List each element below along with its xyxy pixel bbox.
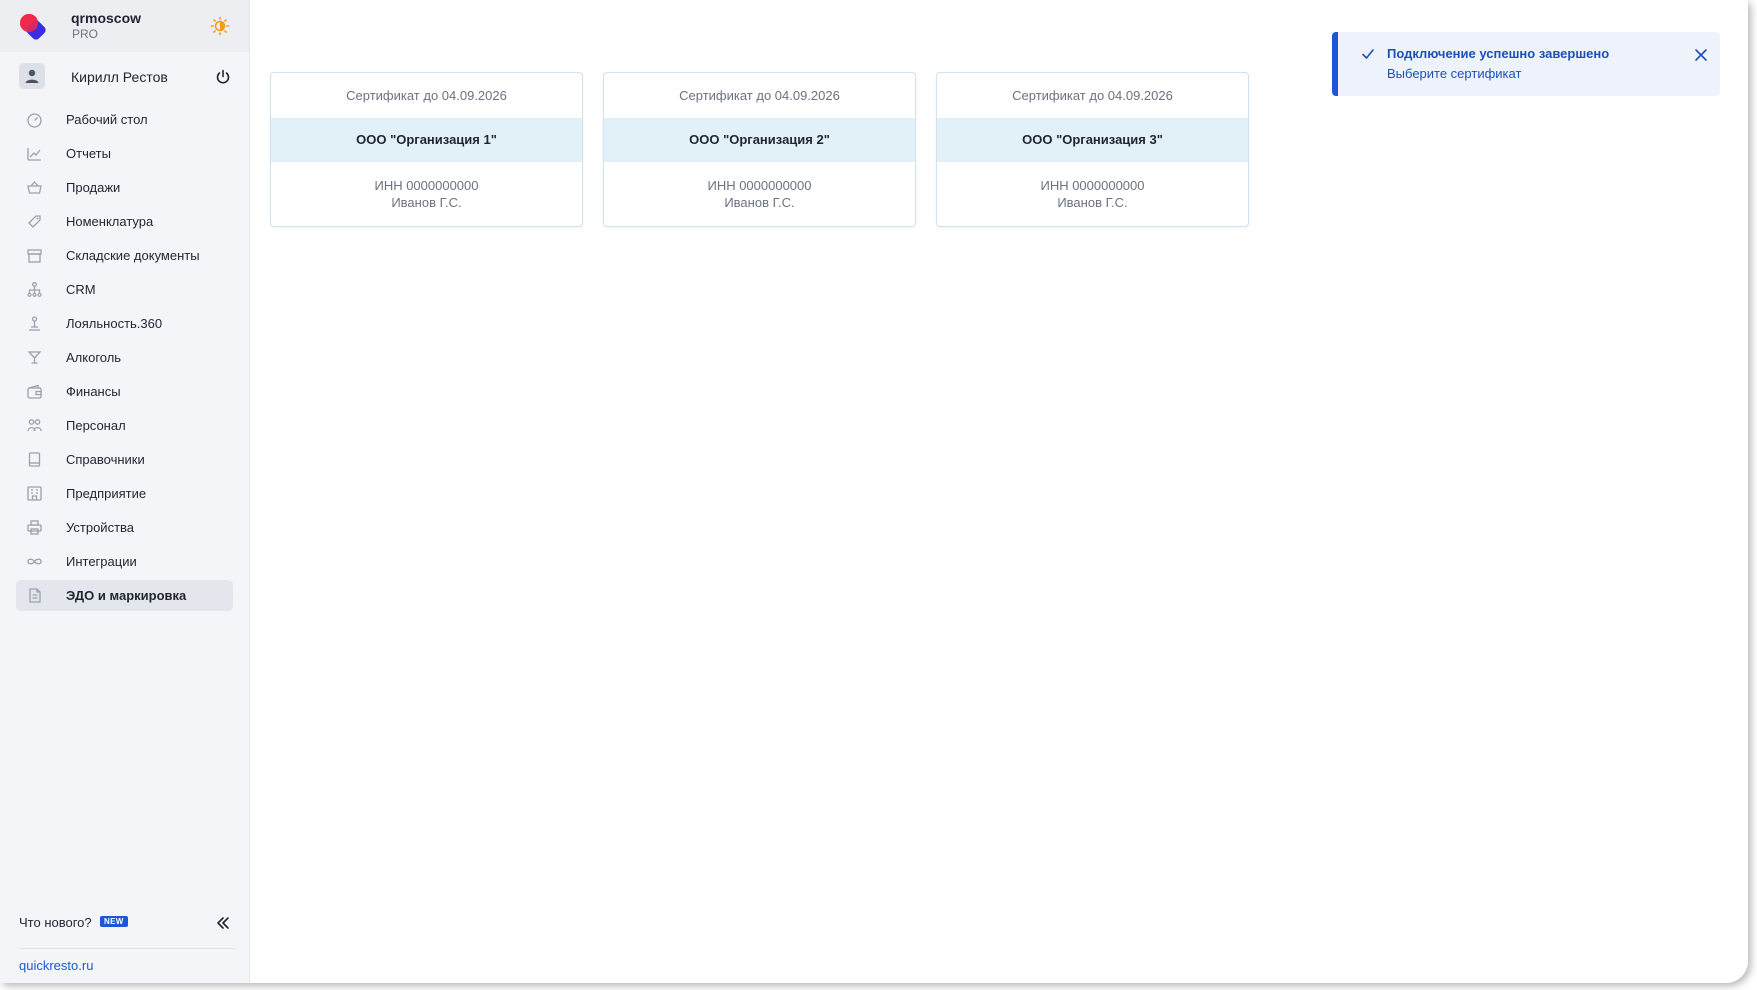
site-link[interactable]: quickresto.ru	[19, 958, 93, 973]
logo-icon	[20, 14, 46, 40]
user-icon	[25, 69, 39, 83]
printer-icon	[27, 520, 42, 535]
sidebar-item[interactable]: CRM	[16, 274, 233, 305]
certificate-owner: Иванов Г.С.	[724, 195, 795, 210]
certificate-card[interactable]: Сертификат до 04.09.2026 ООО "Организация…	[936, 72, 1249, 227]
sidebar-item-label: Устройства	[66, 520, 135, 535]
collapse-sidebar-icon[interactable]	[215, 915, 231, 931]
sidebar-item-label: ЭДО и маркировка	[66, 588, 187, 603]
building-icon	[27, 486, 42, 501]
sidebar-item-label: Номенклатура	[66, 214, 154, 229]
sidebar-item[interactable]: Складские документы	[16, 240, 233, 271]
sidebar-item-label: Алкоголь	[66, 350, 122, 365]
sidebar-item[interactable]: ЭДО и маркировка	[16, 580, 233, 611]
brand-name: qrmoscow	[71, 10, 142, 26]
sidebar-item[interactable]: Лояльность.360	[16, 308, 233, 339]
sidebar-item-label: Предприятие	[66, 486, 147, 501]
new-badge: NEW	[100, 916, 128, 927]
box-icon	[27, 249, 42, 263]
sun-icon[interactable]	[210, 16, 230, 36]
user-name: Кирилл Рестов	[71, 69, 168, 85]
sidebar-item-label: Персонал	[66, 418, 126, 433]
sidebar-nav: Рабочий стол Отчеты Продажи Номенклатура Скл…	[16, 104, 233, 614]
basket-icon	[27, 181, 42, 194]
certificate-expiry: Сертификат до 04.09.2026	[1012, 88, 1173, 103]
sidebar-item[interactable]: Персонал	[16, 410, 233, 441]
sidebar-item[interactable]: Рабочий стол	[16, 104, 233, 135]
organization-inn: ИНН 0000000000	[1040, 178, 1145, 193]
divider	[19, 948, 234, 949]
hierarchy-icon	[27, 282, 42, 297]
sidebar-item-label: Отчеты	[66, 146, 111, 161]
organization-inn: ИНН 0000000000	[374, 178, 479, 193]
success-toast: Подключение успешно завершено Выберите с…	[1332, 32, 1720, 96]
close-icon[interactable]	[1694, 48, 1708, 62]
book-icon	[28, 452, 41, 467]
sidebar-item-label: Финансы	[66, 384, 121, 399]
certificate-card[interactable]: Сертификат до 04.09.2026 ООО "Организация…	[270, 72, 583, 227]
chart-icon	[27, 148, 41, 161]
certificate-owner: Иванов Г.С.	[1057, 195, 1128, 210]
sidebar-item-label: Лояльность.360	[66, 316, 163, 331]
whats-new-link[interactable]: Что нового?	[19, 915, 92, 930]
toast-subtitle: Выберите сертификат	[1387, 66, 1522, 81]
sidebar-item-label: Справочники	[66, 452, 145, 467]
sidebar-item[interactable]: Справочники	[16, 444, 233, 475]
organization-name: ООО "Организация 2"	[604, 118, 915, 162]
brand-header: qrmoscow PRO	[0, 0, 249, 52]
app-window: qrmoscow PRO Кирилл Рестов Рабочий стол …	[0, 0, 1748, 983]
sidebar-item-label: Продажи	[66, 180, 121, 195]
user-panel: Кирилл Рестов	[19, 63, 239, 91]
sidebar-item[interactable]: Предприятие	[16, 478, 233, 509]
organization-inn: ИНН 0000000000	[707, 178, 812, 193]
organization-name: ООО "Организация 1"	[271, 118, 582, 162]
sidebar: qrmoscow PRO Кирилл Рестов Рабочий стол …	[0, 0, 250, 983]
sidebar-item[interactable]: Отчеты	[16, 138, 233, 169]
sidebar-item[interactable]: Устройства	[16, 512, 233, 543]
certificate-expiry: Сертификат до 04.09.2026	[679, 88, 840, 103]
sidebar-item[interactable]: Интеграции	[16, 546, 233, 577]
sidebar-item[interactable]: Финансы	[16, 376, 233, 407]
certificate-card[interactable]: Сертификат до 04.09.2026 ООО "Организация…	[603, 72, 916, 227]
sidebar-item-label: Рабочий стол	[66, 112, 148, 127]
certificate-expiry: Сертификат до 04.09.2026	[346, 88, 507, 103]
certificate-owner: Иванов Г.С.	[391, 195, 462, 210]
main-content: Сертификат до 04.09.2026 ООО "Организация…	[250, 0, 1748, 983]
glass-icon	[27, 351, 42, 364]
sidebar-item-label: CRM	[66, 282, 96, 297]
sidebar-item[interactable]: Продажи	[16, 172, 233, 203]
sidebar-item-label: Складские документы	[66, 248, 200, 263]
avatar[interactable]	[19, 63, 45, 89]
check-icon	[1362, 49, 1374, 59]
organization-name: ООО "Организация 3"	[937, 118, 1248, 162]
document-icon	[29, 588, 41, 603]
infinity-icon	[27, 558, 42, 565]
toast-title: Подключение успешно завершено	[1387, 46, 1610, 61]
brand-plan: PRO	[72, 27, 99, 41]
sidebar-item[interactable]: Номенклатура	[16, 206, 233, 237]
loyalty-icon	[29, 316, 40, 331]
dashboard-icon	[27, 113, 42, 128]
wallet-icon	[27, 384, 42, 399]
tag-icon	[28, 215, 41, 228]
people-icon	[27, 419, 42, 432]
sidebar-item-label: Интеграции	[66, 554, 137, 569]
sidebar-item[interactable]: Алкоголь	[16, 342, 233, 373]
power-icon[interactable]	[215, 69, 231, 85]
